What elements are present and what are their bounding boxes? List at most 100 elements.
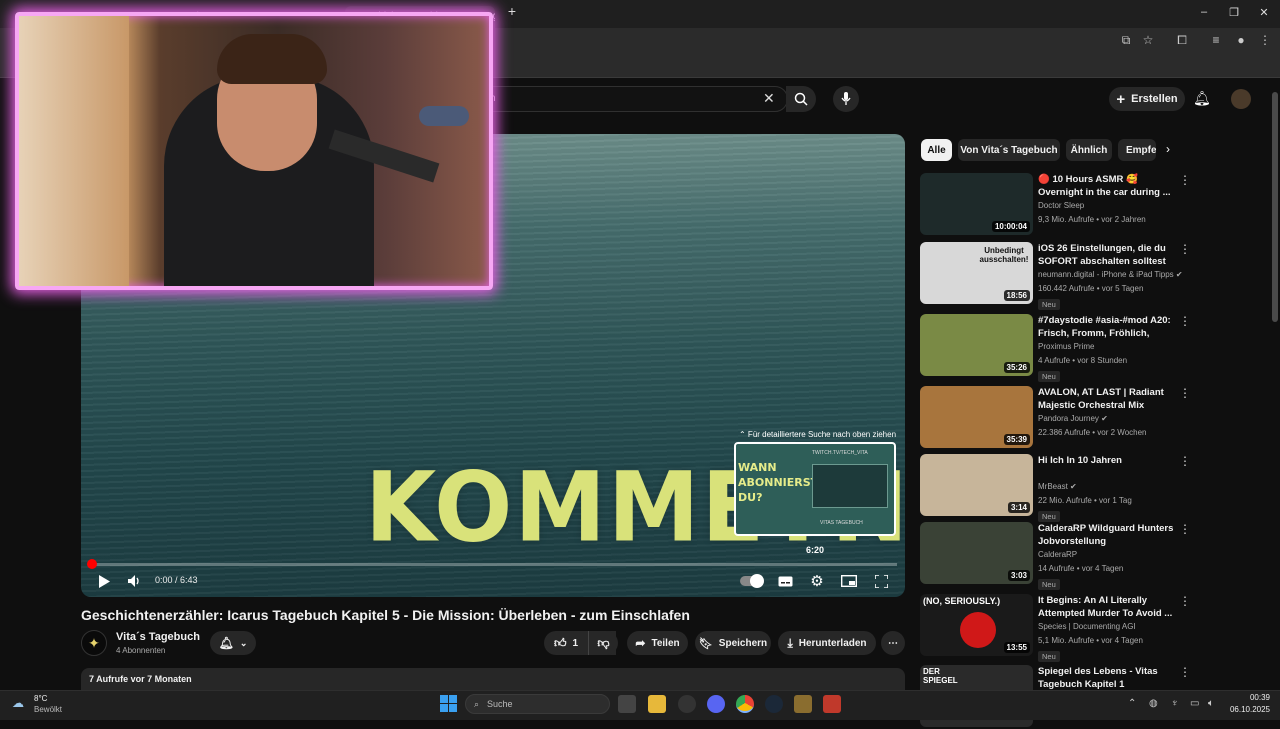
- more-actions-button[interactable]: ⋯: [881, 631, 905, 655]
- recommendation-item[interactable]: 35:26 #7daystodie #asia-#mod A20: Frisch,…: [920, 314, 1200, 382]
- chip-all[interactable]: Alle: [921, 139, 952, 161]
- clock-date[interactable]: 06.10.2025: [1220, 705, 1270, 714]
- maximize-button[interactable]: ❐: [1224, 6, 1244, 19]
- weather-description[interactable]: Bewölkt: [34, 705, 62, 714]
- video-thumbnail[interactable]: 35:26: [920, 314, 1033, 376]
- subtitles-button[interactable]: [777, 572, 793, 590]
- profile-icon[interactable]: ●: [1232, 33, 1250, 47]
- recommendation-channel[interactable]: neumann.digital - iPhone & iPad Tipps ✔: [1038, 270, 1183, 279]
- task-view-icon[interactable]: [618, 695, 636, 713]
- media-control-icon[interactable]: ≡: [1207, 33, 1225, 47]
- search-button[interactable]: [786, 86, 816, 112]
- mute-button[interactable]: [126, 572, 142, 590]
- recommendation-title[interactable]: CalderaRP Wildguard Hunters Jobvorstellu…: [1038, 522, 1174, 548]
- recommendation-item[interactable]: 10:00:04 🔴 10 Hours ASMR 🥰 Overnight in t…: [920, 173, 1200, 237]
- recommendation-title[interactable]: 🔴 10 Hours ASMR 🥰 Overnight in the car d…: [1038, 173, 1174, 199]
- chip-recommended[interactable]: Empfe: [1118, 139, 1156, 161]
- description-box[interactable]: 7 Aufrufe vor 7 Monaten: [81, 668, 905, 690]
- clock-time[interactable]: 00:39: [1220, 693, 1270, 702]
- close-window-button[interactable]: ✕: [1254, 6, 1274, 19]
- account-avatar[interactable]: [1231, 89, 1251, 109]
- recommendation-item[interactable]: (NO, SERIOUSLY.) 13:55 It Begins: An AI Li…: [920, 594, 1200, 662]
- channel-name[interactable]: Vita´s Tagebuch: [116, 631, 200, 643]
- recommendation-item[interactable]: Unbedingt ausschalten! 18:56 iOS 26 Einste…: [920, 242, 1200, 310]
- app-icon[interactable]: [794, 695, 812, 713]
- recommendation-title[interactable]: #7daystodie #asia-#mod A20: Frisch, From…: [1038, 314, 1174, 340]
- chrome-icon[interactable]: [736, 695, 754, 713]
- recommendation-channel[interactable]: MrBeast ✔: [1038, 482, 1077, 491]
- weather-temperature[interactable]: 8°C: [34, 694, 47, 703]
- recommendation-channel[interactable]: Doctor Sleep: [1038, 201, 1084, 210]
- chip-related[interactable]: Ähnlich: [1066, 139, 1112, 161]
- obs-icon[interactable]: [678, 695, 696, 713]
- new-tab-button[interactable]: +: [502, 3, 522, 19]
- voice-search-button[interactable]: [833, 86, 859, 112]
- more-vertical-icon[interactable]: ⋮: [1178, 386, 1192, 400]
- recommendation-item[interactable]: 35:39 AVALON, AT LAST | Radiant Majestic …: [920, 386, 1200, 450]
- recommendation-title[interactable]: It Begins: An AI Literally Attempted Mur…: [1038, 594, 1174, 620]
- miniplayer-button[interactable]: [840, 572, 858, 590]
- recommendation-title[interactable]: Spiegel des Lebens - Vitas Tagebuch Kapi…: [1038, 665, 1174, 691]
- download-button[interactable]: ⤓ Herunterladen: [778, 631, 876, 655]
- more-vertical-icon[interactable]: ⋮: [1178, 242, 1192, 256]
- more-vertical-icon[interactable]: ⋮: [1178, 594, 1192, 608]
- more-vertical-icon[interactable]: ⋮: [1178, 173, 1192, 187]
- recommendation-channel[interactable]: Proximus Prime: [1038, 342, 1094, 351]
- recommendation-title[interactable]: AVALON, AT LAST | Radiant Majestic Orche…: [1038, 386, 1174, 412]
- minimize-button[interactable]: –: [1194, 6, 1214, 18]
- recommendation-item[interactable]: 3:14 Hi Ich In 10 Jahren MrBeast ✔ 22 Mio. …: [920, 454, 1200, 522]
- recommendation-meta: 14 Aufrufe • vor 4 Tagen: [1038, 564, 1124, 573]
- tray-network-icon[interactable]: ◍: [1149, 698, 1158, 709]
- share-button[interactable]: ➦ Teilen: [627, 631, 688, 655]
- more-vertical-icon[interactable]: ⋮: [1178, 454, 1192, 468]
- recommendation-title[interactable]: iOS 26 Einstellungen, die du SOFORT absc…: [1038, 242, 1174, 268]
- channel-avatar[interactable]: ✦: [81, 630, 107, 656]
- create-button[interactable]: + Erstellen: [1109, 87, 1185, 111]
- video-thumbnail[interactable]: 3:03: [920, 522, 1033, 584]
- tray-volume-icon[interactable]: 🔈︎: [1208, 698, 1214, 709]
- video-thumbnail[interactable]: Unbedingt ausschalten! 18:56: [920, 242, 1033, 304]
- more-vertical-icon[interactable]: ⋮: [1178, 314, 1192, 328]
- video-thumbnail[interactable]: 10:00:04: [920, 173, 1033, 235]
- clear-search-icon[interactable]: ✕: [763, 90, 775, 107]
- video-thumbnail[interactable]: 35:39: [920, 386, 1033, 448]
- start-button[interactable]: [440, 695, 457, 712]
- video-thumbnail[interactable]: 3:14: [920, 454, 1033, 516]
- scrollbar[interactable]: [1272, 92, 1278, 322]
- recommendation-item[interactable]: 3:03 CalderaRP Wildguard Hunters Jobvorst…: [920, 522, 1200, 590]
- extensions-icon[interactable]: ⧠: [1173, 33, 1191, 48]
- tray-chevron-up-icon[interactable]: ⌃: [1128, 698, 1136, 709]
- fullscreen-button[interactable]: [873, 572, 889, 590]
- autoplay-toggle[interactable]: [739, 572, 764, 590]
- recommendation-channel[interactable]: Species | Documenting AGI: [1038, 622, 1136, 631]
- file-explorer-icon[interactable]: [648, 695, 666, 713]
- tray-app-icon[interactable]: ♆: [1171, 698, 1179, 709]
- browser-menu-icon[interactable]: ⋮: [1256, 33, 1274, 47]
- recommendation-channel[interactable]: Pandora Journey ✔: [1038, 414, 1108, 423]
- settings-button[interactable]: ⚙: [809, 572, 825, 590]
- tray-display-icon[interactable]: ▭: [1190, 698, 1199, 709]
- steam-icon[interactable]: [765, 695, 783, 713]
- progress-scrubber[interactable]: [87, 559, 97, 569]
- video-duration: 35:39: [1003, 434, 1030, 445]
- chevron-right-icon[interactable]: ›: [1166, 142, 1170, 156]
- discord-icon[interactable]: [707, 695, 725, 713]
- recommendation-channel[interactable]: CalderaRP: [1038, 550, 1077, 559]
- video-thumbnail[interactable]: (NO, SERIOUSLY.) 13:55: [920, 594, 1033, 656]
- install-app-icon[interactable]: ⧉: [1117, 33, 1135, 48]
- bookmark-star-icon[interactable]: ☆: [1139, 33, 1157, 47]
- progress-bar[interactable]: [91, 563, 897, 566]
- taskbar-search[interactable]: ⌕ Suche: [465, 694, 610, 714]
- chip-from-channel[interactable]: Von Vita´s Tagebuch: [958, 139, 1060, 161]
- search-input[interactable]: ch ✕: [470, 86, 788, 112]
- more-vertical-icon[interactable]: ⋮: [1178, 665, 1192, 679]
- like-count: 1: [572, 637, 579, 649]
- notifications-bell-icon[interactable]: 🔔︎: [1193, 90, 1211, 107]
- dislike-button[interactable]: 👎︎: [588, 631, 618, 655]
- more-vertical-icon[interactable]: ⋮: [1178, 522, 1192, 536]
- save-button[interactable]: 🔖︎ Speichern: [695, 631, 771, 655]
- notification-bell-button[interactable]: 🔔︎ ⌄: [210, 631, 256, 655]
- recommendation-title[interactable]: Hi Ich In 10 Jahren: [1038, 454, 1174, 467]
- play-button[interactable]: [95, 572, 113, 590]
- app-icon[interactable]: [823, 695, 841, 713]
